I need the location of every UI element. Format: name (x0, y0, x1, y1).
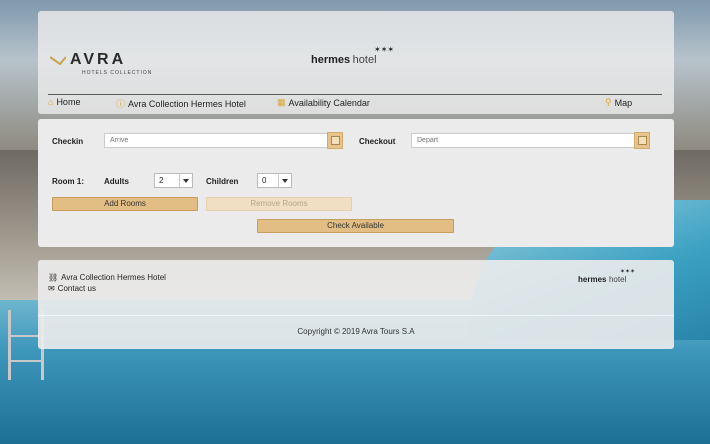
nav-home-label: Home (56, 97, 81, 107)
remove-rooms-button[interactable]: Remove Rooms (206, 197, 352, 211)
booking-form: Checkin Checkout Room 1: Adults 2 Childr… (38, 119, 674, 247)
copyright-text: Copyright © 2019 Avra Tours S.A (297, 327, 415, 336)
avra-mark-icon (50, 56, 66, 65)
info-icon: ⓘ (116, 99, 126, 109)
footer: ⛓ Avra Collection Hermes Hotel ✉ Contact… (38, 260, 674, 349)
room-label: Room 1: (52, 177, 84, 186)
calendar-icon: ▦ (277, 97, 286, 107)
adults-select[interactable]: 2 (154, 173, 193, 188)
footer-hotel-link[interactable]: ⛓ Avra Collection Hermes Hotel (48, 273, 166, 282)
add-rooms-button[interactable]: Add Rooms (52, 197, 198, 211)
children-select[interactable]: 0 (257, 173, 292, 188)
calendar-icon (330, 136, 340, 145)
nav-map-label: Map (614, 97, 633, 108)
stars-icon: ✶✶✶ (374, 45, 395, 54)
avra-logo-subtitle: HOTELS COLLECTION (82, 70, 153, 76)
checkout-input[interactable] (411, 133, 635, 148)
checkin-label: Checkin (52, 137, 84, 146)
footer-hotel-label: Avra Collection Hermes Hotel (61, 273, 166, 282)
adults-label: Adults (104, 177, 129, 186)
main-nav: ⌂ Home ⓘ Avra Collection Hermes Hotel ▦ … (48, 94, 662, 109)
footer-contact-link[interactable]: ✉ Contact us (48, 284, 96, 293)
map-pin-icon: ⚲ (605, 97, 612, 107)
calendar-icon (637, 136, 647, 145)
hermes-logo-bold: hermes (311, 54, 351, 66)
nav-home[interactable]: ⌂ Home (48, 97, 80, 107)
footer-contact-label: Contact us (57, 284, 96, 293)
header: AVRA HOTELS COLLECTION hermes hotel ✶✶✶ … (38, 11, 674, 114)
children-label: Children (206, 177, 239, 186)
checkin-input[interactable] (104, 133, 328, 148)
nav-hotel[interactable]: ⓘ Avra Collection Hermes Hotel (116, 97, 246, 110)
hermes-logo-light: hotel (352, 54, 377, 66)
adults-value: 2 (159, 176, 164, 185)
envelope-icon: ✉ (48, 284, 55, 293)
avra-logo[interactable]: AVRA HOTELS COLLECTION (50, 51, 151, 78)
hermes-hotel-logo[interactable]: hermes hotel ✶✶✶ (311, 45, 394, 70)
footer-divider (38, 315, 674, 316)
checkout-label: Checkout (359, 137, 396, 146)
link-icon: ⛓ (48, 273, 59, 282)
checkin-calendar-button[interactable] (327, 132, 343, 149)
checkout-calendar-button[interactable] (634, 132, 650, 149)
footer-hermes-logo[interactable]: hermes hotel ✶✶✶ (578, 269, 635, 284)
chevron-down-icon (179, 174, 192, 187)
chevron-down-icon (278, 174, 291, 187)
nav-calendar-label: Availability Calendar (288, 97, 370, 108)
nav-hotel-label: Avra Collection Hermes Hotel (128, 98, 246, 109)
nav-map[interactable]: ⚲ Map (605, 97, 632, 108)
children-value: 0 (262, 176, 267, 185)
avra-logo-text: AVRA (70, 51, 127, 68)
stars-icon: ✶✶✶ (620, 269, 636, 275)
footer-hermes-bold: hermes (578, 275, 607, 284)
check-available-button[interactable]: Check Available (257, 219, 454, 233)
footer-hermes-light: hotel (608, 275, 627, 284)
home-icon: ⌂ (48, 97, 54, 107)
nav-availability-calendar[interactable]: ▦ Availability Calendar (277, 97, 370, 108)
